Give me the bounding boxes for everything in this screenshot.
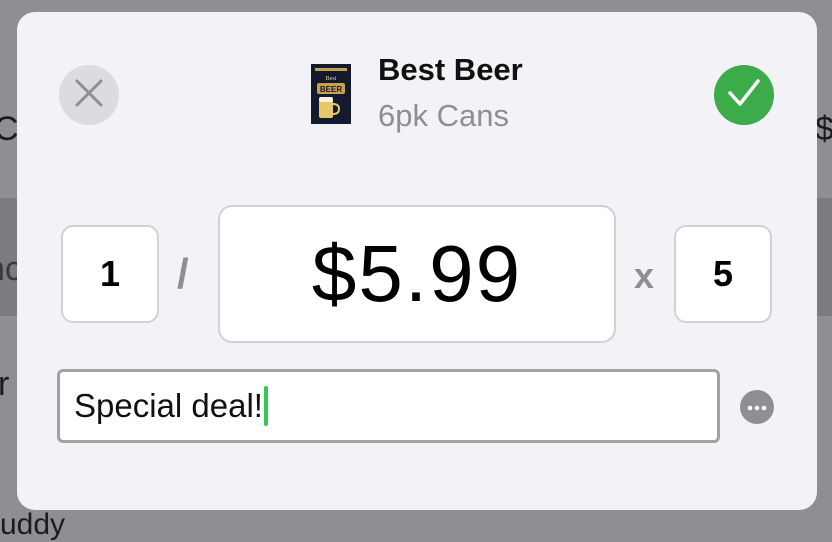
price-field[interactable]: $5.99: [218, 205, 616, 343]
close-button[interactable]: [59, 65, 119, 125]
background-text: r: [0, 365, 10, 403]
confirm-button[interactable]: [714, 65, 774, 125]
background-text: uddy: [0, 508, 66, 541]
multiplier-field[interactable]: 5: [674, 225, 772, 323]
note-text: Special deal!: [74, 387, 263, 424]
background-text: $: [815, 110, 832, 148]
ellipsis-icon: [747, 398, 767, 416]
multiplier-symbol: x: [634, 255, 655, 296]
quantity-price-separator: /: [177, 250, 189, 297]
product-subtitle: 6pk Cans: [378, 98, 509, 133]
svg-text:BEER: BEER: [320, 85, 342, 94]
note-input[interactable]: Special deal!: [57, 369, 720, 443]
checkmark-icon: [727, 78, 761, 113]
text-cursor: [263, 386, 268, 426]
product-thumbnail: Best BEER: [311, 64, 351, 124]
svg-text:Best: Best: [326, 76, 337, 82]
quantity-field[interactable]: 1: [61, 225, 159, 323]
close-icon: [74, 78, 104, 113]
more-options-button[interactable]: [740, 390, 774, 424]
product-name: Best Beer: [378, 52, 523, 87]
price-edit-modal: Best BEER Best Beer 6pk Cans 1 / $5.99 x…: [17, 12, 817, 510]
